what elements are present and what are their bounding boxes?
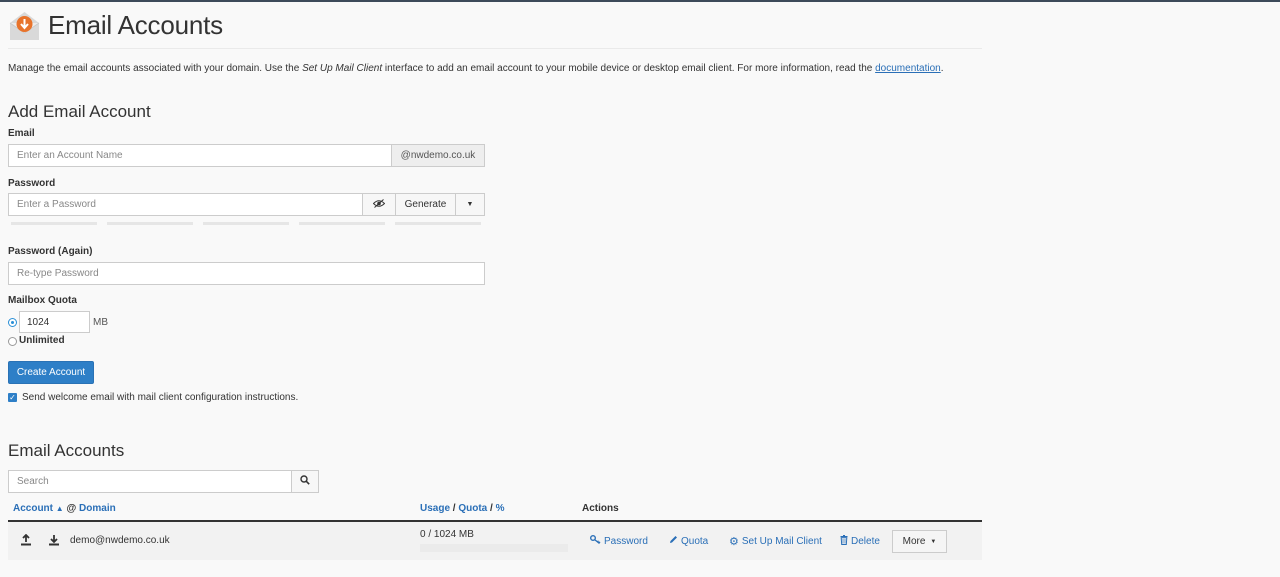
send-welcome-checkbox[interactable]: ✓ [8, 393, 17, 402]
gear-icon: ⚙ [729, 536, 739, 548]
at-separator: @ [66, 503, 77, 514]
sort-domain-link[interactable]: Domain [79, 503, 116, 514]
intro-part3: . [940, 63, 944, 74]
generate-options-dropdown[interactable]: ▼ [455, 193, 485, 216]
intro-part1: Manage the email accounts associated wit… [8, 63, 303, 74]
strength-segment [107, 222, 193, 225]
sort-usage-link[interactable]: Usage [420, 503, 450, 514]
top-bar [0, 0, 1280, 2]
upload-icon[interactable] [20, 533, 32, 549]
search-button[interactable] [291, 470, 319, 493]
caret-down-icon: ▼ [466, 201, 474, 208]
account-usage: 0 / 1024 MB [420, 529, 474, 540]
eye-slash-icon [372, 198, 386, 211]
documentation-link[interactable]: documentation [875, 63, 941, 74]
add-account-heading: Add Email Account [8, 102, 151, 121]
sort-ascending-icon: ▲ [55, 504, 64, 513]
strength-segment [11, 222, 97, 225]
search-input[interactable] [8, 470, 292, 493]
header-divider [8, 48, 982, 49]
column-header-account[interactable]: Account ▲ @ Domain [13, 503, 116, 514]
password-input[interactable] [8, 193, 363, 216]
toggle-password-visibility-button[interactable] [362, 193, 396, 216]
intro-part2: interface to add an email account to you… [382, 63, 876, 74]
account-email: demo@nwdemo.co.uk [70, 535, 170, 546]
download-icon[interactable] [48, 534, 60, 549]
more-label: More [902, 536, 926, 547]
caret-down-icon: ▼ [930, 538, 937, 545]
table-row: demo@nwdemo.co.uk 0 / 1024 MB [8, 522, 982, 560]
sort-account-link[interactable]: Account [13, 503, 53, 514]
setup-mail-client-label: Set Up Mail Client [741, 536, 822, 547]
strength-segment [299, 222, 385, 225]
email-label: Email [8, 128, 35, 139]
domain-suffix: @nwdemo.co.uk [391, 144, 485, 167]
password-action-label: Password [604, 535, 648, 547]
quota-unit: MB [93, 317, 108, 328]
quota-limited-radio[interactable] [8, 318, 17, 327]
email-accounts-icon [8, 9, 41, 42]
column-header-usage[interactable]: Usage / Quota / % [420, 503, 505, 514]
sort-quota-link[interactable]: Quota [458, 503, 487, 514]
accounts-heading: Email Accounts [8, 441, 125, 460]
pencil-icon [669, 535, 678, 547]
unlimited-label: Unlimited [19, 335, 65, 346]
intro-text: Manage the email accounts associated wit… [8, 63, 944, 74]
generate-password-button[interactable]: Generate [395, 193, 456, 216]
password-again-label: Password (Again) [8, 246, 93, 257]
delete-action[interactable]: Delete [840, 535, 880, 548]
quota-unlimited-radio[interactable] [8, 337, 17, 346]
mailbox-quota-label: Mailbox Quota [8, 295, 77, 306]
send-welcome-label: Send welcome email with mail client conf… [22, 392, 299, 403]
setup-mail-client-action[interactable]: ⚙ Set Up Mail Client [729, 535, 822, 548]
slash-separator: / [490, 503, 493, 514]
page-title: Email Accounts [48, 9, 223, 40]
page-header: Email Accounts [8, 8, 223, 42]
delete-action-label: Delete [851, 536, 880, 547]
key-icon [590, 535, 601, 547]
slash-separator: / [452, 503, 456, 514]
email-account-input[interactable] [8, 144, 392, 167]
quota-action-label: Quota [681, 535, 709, 547]
sort-percent-link[interactable]: % [496, 503, 505, 514]
trash-icon [840, 535, 848, 548]
column-header-actions: Actions [582, 503, 619, 514]
password-again-input[interactable] [8, 262, 485, 285]
usage-progress-bar [420, 544, 568, 552]
password-action[interactable]: Password [590, 535, 648, 547]
search-icon [300, 475, 310, 488]
strength-segment [203, 222, 289, 225]
quota-action[interactable]: Quota [669, 535, 708, 547]
create-account-button[interactable]: Create Account [8, 361, 94, 384]
intro-emphasis: Set Up Mail Client [302, 63, 383, 74]
password-label: Password [8, 178, 56, 189]
more-actions-dropdown[interactable]: More ▼ [892, 530, 947, 553]
strength-segment [395, 222, 481, 225]
quota-value-input[interactable] [19, 311, 90, 333]
